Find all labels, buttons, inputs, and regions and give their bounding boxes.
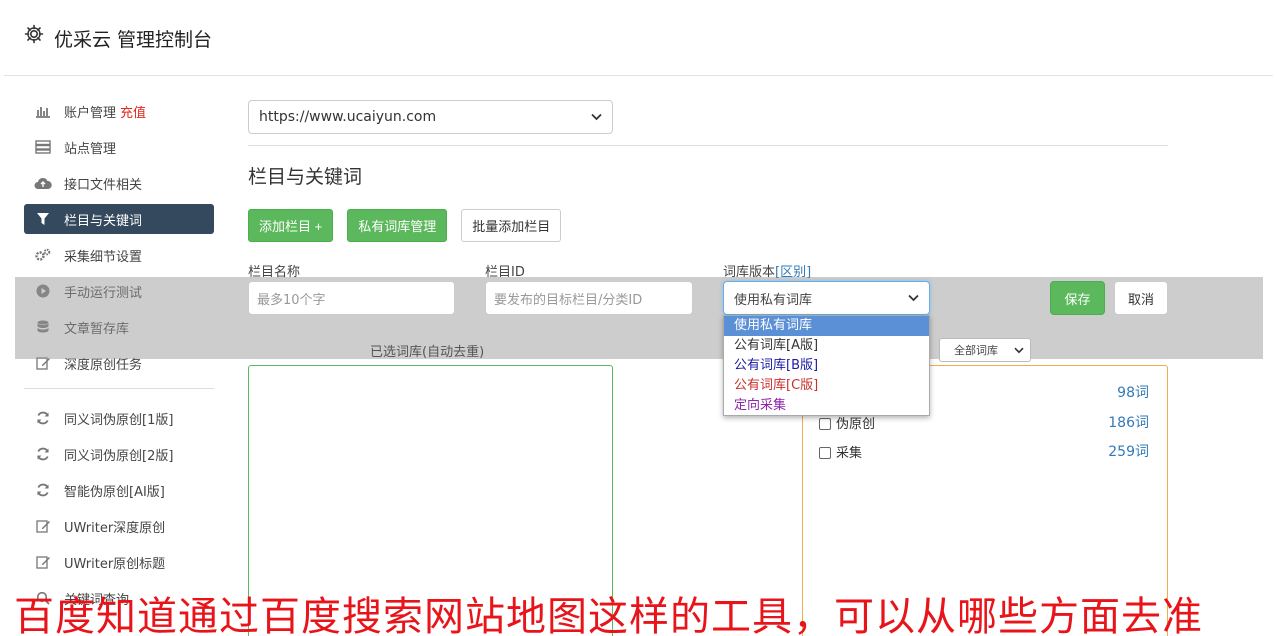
chevron-down-icon [591,111,602,124]
sidebar-item-label: UWriter原创标题 [64,556,166,572]
chevron-down-icon [1014,344,1024,357]
action-buttons: 添加栏目 + 私有词库管理 批量添加栏目 [248,209,1168,242]
sidebar-item-label: UWriter深度原创 [64,520,166,536]
checkbox[interactable] [819,418,831,430]
version-dropdown: 使用私有词库 公有词库[A版] 公有词库[B版] 公有词库[C版] 定向采集 [723,315,930,416]
sidebar-item-uwriter-deep[interactable]: UWriter深度原创 [24,511,214,541]
column-name-input[interactable]: 最多10个字 [248,281,455,315]
dropdown-option-a[interactable]: 公有词库[A版] [724,336,929,356]
lib-name: 采集 [836,445,863,461]
sidebar-item-interface[interactable]: 接口文件相关 [24,168,214,198]
dropdown-option-private[interactable]: 使用私有词库 [724,316,929,336]
chevron-down-icon [908,291,919,306]
edit-icon [34,554,52,570]
main-content: https://www.ucaiyun.com 栏目与关键词 添加栏目 + 私有… [248,100,1168,242]
sidebar-item-sites[interactable]: 站点管理 [24,132,214,162]
save-button[interactable]: 保存 [1050,281,1105,315]
sidebar-item-label: 栏目与关键词 [64,213,143,229]
section-title: 栏目与关键词 [248,166,363,188]
gear-icon [24,24,44,44]
app-title: 优采云 管理控制台 [54,29,213,51]
dropdown-option-c[interactable]: 公有词库[C版] [724,376,929,396]
sidebar-item-label: 账户管理 [64,105,117,121]
all-libs-value: 全部词库 [954,344,998,357]
sidebar-item-collect-settings[interactable]: 采集细节设置 [24,240,214,270]
sidebar-item-label: 同义词伪原创[1版] [64,412,174,428]
selected-libs-label: 已选词库(自动去重) [370,345,485,360]
version-select-value: 使用私有词库 [734,292,813,308]
refresh-icon [34,482,52,498]
server-icon [34,139,52,155]
sidebar-item-label: 接口文件相关 [64,177,143,193]
bar-chart-icon [34,103,52,119]
sidebar-item-label: 采集细节设置 [64,249,143,265]
cancel-button[interactable]: 取消 [1114,281,1168,315]
edit-icon [34,518,52,534]
private-lib-button[interactable]: 私有词库管理 [347,209,448,242]
recharge-link[interactable]: 充值 [120,102,146,121]
divider [248,145,1168,146]
lib-count: 98词 [1117,385,1149,401]
lib-count: 186词 [1108,415,1149,431]
cloud-upload-icon [34,175,52,191]
batch-add-column-button[interactable]: 批量添加栏目 [461,209,562,242]
refresh-icon [34,446,52,462]
all-libs-select[interactable]: 全部词库 [939,338,1031,362]
gears-icon [34,247,52,263]
filter-icon [34,211,52,227]
sidebar-item-label: 同义词伪原创[2版] [64,448,174,464]
add-column-button[interactable]: 添加栏目 + [248,209,334,242]
sidebar-item-synonym-v2[interactable]: 同义词伪原创[2版] [24,439,214,469]
sidebar-item-synonym-v1[interactable]: 同义词伪原创[1版] [24,403,214,433]
site-select[interactable]: https://www.ucaiyun.com [248,100,613,134]
sidebar-item-account[interactable]: 账户管理 充值 [24,96,214,126]
column-id-input[interactable]: 要发布的目标栏目/分类ID [485,281,693,315]
lib-name: 伪原创 [836,416,876,432]
site-select-value: https://www.ucaiyun.com [259,109,437,125]
sidebar-item-columns[interactable]: 栏目与关键词 [24,204,214,234]
list-item[interactable]: 采集 259词 [819,441,1149,461]
app-header: 优采云 管理控制台 [4,4,1273,76]
sidebar-item-ai-rewrite[interactable]: 智能伪原创[AI版] [24,475,214,505]
version-select[interactable]: 使用私有词库 [723,281,930,315]
sidebar-item-label: 智能伪原创[AI版] [64,484,165,500]
sidebar-item-uwriter-title[interactable]: UWriter原创标题 [24,547,214,577]
refresh-icon [34,410,52,426]
dropdown-option-targeted[interactable]: 定向采集 [724,396,929,416]
lib-count: 259词 [1108,444,1149,460]
overlay-caption: 百度知道通过百度搜索网站地图这样的工具，可以从哪些方面去准 [14,594,1203,636]
sidebar-item-label: 站点管理 [64,141,117,157]
sidebar-divider [24,388,214,389]
dropdown-option-b[interactable]: 公有词库[B版] [724,356,929,376]
checkbox[interactable] [819,447,831,459]
